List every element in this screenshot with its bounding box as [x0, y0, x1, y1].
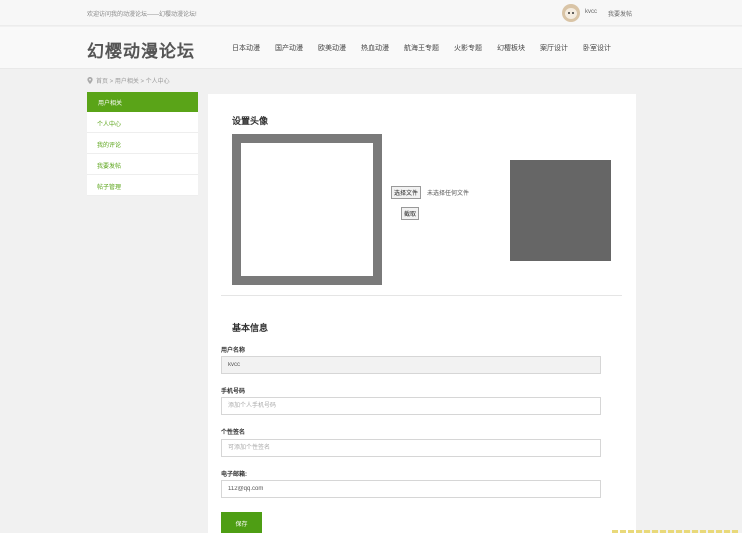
nav-item[interactable]: 日本动漫 [232, 43, 260, 53]
crop-button[interactable]: 截取 [401, 207, 420, 220]
watermark [612, 527, 742, 533]
avatar-crop-area[interactable] [232, 134, 382, 285]
sidebar-item-profile[interactable]: 个人中心 [87, 112, 198, 133]
main-nav: 日本动漫 国产动漫 欧美动漫 热血动漫 航海王专题 火影专题 幻樱板块 案厅设计… [232, 43, 626, 53]
avatar-eye-icon [568, 12, 570, 14]
sidebar-header: 用户相关 [87, 92, 198, 112]
email-field[interactable] [221, 480, 601, 498]
breadcrumb-text[interactable]: 首页 > 用户相关 > 个人中心 [96, 76, 170, 85]
nav-item[interactable]: 卧室设计 [583, 43, 611, 53]
signature-label: 个性签名 [221, 430, 246, 436]
username-link[interactable]: kvcc [585, 9, 597, 15]
post-link[interactable]: 我要发帖 [608, 9, 632, 18]
username-label: 用户名称 [221, 348, 246, 354]
basic-info-title: 基本信息 [232, 323, 269, 333]
welcome-text: 欢迎访问我的动漫论坛——幻樱动漫论坛! [87, 12, 197, 18]
phone-field[interactable] [221, 397, 601, 415]
profile-panel: 设置头像 选择文件 未选择任何文件 截取 基本信息 用户名称 手机号码 个性签名… [208, 94, 636, 533]
email-label: 电子邮箱: [221, 472, 247, 478]
avatar-eye-icon [572, 12, 574, 14]
nav-item[interactable]: 国产动漫 [275, 43, 303, 53]
nav-item[interactable]: 热血动漫 [361, 43, 389, 53]
avatar-face-icon [565, 8, 577, 19]
sidebar-item-new-post[interactable]: 我要发帖 [87, 154, 198, 175]
sidebar-item-comments[interactable]: 我的评论 [87, 133, 198, 154]
user-avatar[interactable] [562, 4, 580, 22]
avatar-preview [510, 160, 611, 261]
nav-item[interactable]: 航海王专题 [404, 43, 439, 53]
top-bar: 欢迎访问我的动漫论坛——幻樱动漫论坛! kvcc 我要发帖 [0, 0, 742, 26]
location-pin-icon [87, 77, 93, 84]
nav-item[interactable]: 幻樱板块 [497, 43, 525, 53]
user-sidebar: 用户相关 个人中心 我的评论 我要发帖 帖子管理 [87, 92, 198, 196]
site-logo[interactable]: 幻樱动漫论坛 [87, 37, 195, 62]
nav-item[interactable]: 案厅设计 [540, 43, 568, 53]
section-divider [221, 295, 622, 296]
sidebar-item-manage-posts[interactable]: 帖子管理 [87, 175, 198, 196]
choose-file-button[interactable]: 选择文件 [391, 186, 422, 199]
username-field[interactable] [221, 356, 601, 374]
breadcrumb: 首页 > 用户相关 > 个人中心 [87, 76, 170, 85]
nav-item[interactable]: 欧美动漫 [318, 43, 346, 53]
site-header: 幻樱动漫论坛 日本动漫 国产动漫 欧美动漫 热血动漫 航海王专题 火影专题 幻樱… [0, 27, 742, 69]
nav-item[interactable]: 火影专题 [454, 43, 482, 53]
save-button[interactable]: 保存 [221, 512, 262, 533]
avatar-section-title: 设置头像 [232, 116, 269, 126]
signature-field[interactable] [221, 439, 601, 457]
file-status-text: 未选择任何文件 [427, 191, 470, 197]
phone-label: 手机号码 [221, 389, 246, 395]
